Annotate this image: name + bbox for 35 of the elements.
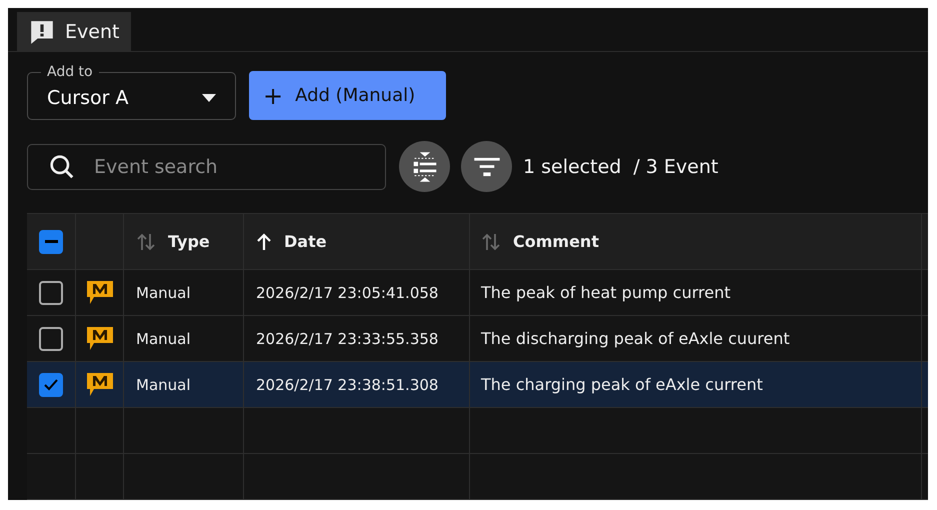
alert-message-icon: [29, 18, 55, 44]
comment-cell: The discharging peak of eAxle cuurent: [470, 316, 922, 361]
date-cell: 2026/2/17 23:38:51.308: [244, 362, 470, 407]
row-spacing-icon: [412, 152, 438, 182]
add-to-label: Add to: [46, 64, 94, 80]
add-to-value: Cursor A: [47, 86, 128, 108]
event-tab[interactable]: Event: [17, 12, 132, 51]
row-spacing-button[interactable]: [399, 141, 450, 192]
caret-icon: [202, 94, 216, 102]
column-header[interactable]: Date: [244, 214, 470, 269]
type-cell: Manual: [124, 316, 244, 361]
select-all-checkbox[interactable]: [39, 230, 63, 254]
comment-cell: The charging peak of eAxle current: [470, 362, 922, 407]
date-cell: 2026/2/17 23:05:41.058: [244, 270, 470, 315]
date-cell: 2026/2/17 23:33:55.358: [244, 316, 470, 361]
search-field[interactable]: Event search: [27, 144, 386, 190]
search-icon: [49, 154, 75, 180]
type-cell: Manual: [124, 362, 244, 407]
row-checkbox[interactable]: [39, 280, 63, 304]
row-checkbox[interactable]: [39, 372, 63, 396]
row-checkbox[interactable]: [39, 326, 63, 350]
checkmark-icon: [44, 378, 58, 390]
add-manual-button[interactable]: + Add (Manual): [249, 71, 446, 120]
manual-marker-icon: [86, 280, 112, 304]
filter-button[interactable]: [461, 141, 512, 192]
selection-count: 1 selected: [523, 156, 622, 178]
manual-marker-icon: [86, 372, 112, 396]
add-to-dropdown[interactable]: Add to Cursor A: [27, 64, 236, 120]
column-header[interactable]: Type: [124, 214, 244, 269]
manual-marker-icon: [86, 326, 112, 350]
comment-cell: The peak of heat pump current: [470, 270, 922, 315]
type-cell: Manual: [124, 270, 244, 315]
column-header[interactable]: Comment: [470, 214, 922, 269]
event-total-count: / 3 Event: [633, 156, 718, 178]
filter-icon: [474, 156, 500, 176]
